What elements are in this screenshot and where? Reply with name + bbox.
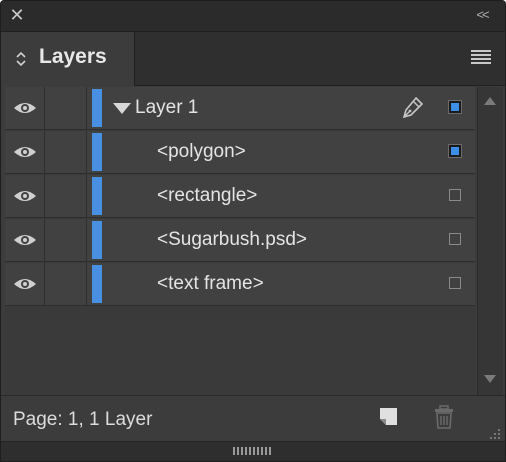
layer-color-swatch	[92, 89, 102, 127]
layer-row[interactable]: Layer 1	[5, 87, 475, 130]
layer-name: Layer 1	[135, 97, 199, 118]
status-text: Page: 1, 1 Layer	[13, 409, 153, 430]
layer-name: <polygon>	[157, 141, 246, 162]
visibility-toggle[interactable]	[5, 175, 45, 217]
layer-color-swatch	[92, 265, 102, 303]
selection-indicator[interactable]	[449, 233, 461, 245]
selection-indicator[interactable]	[448, 100, 462, 114]
new-layer-icon[interactable]	[379, 407, 399, 427]
close-icon[interactable]: ✕	[9, 6, 25, 24]
eye-icon	[14, 103, 36, 113]
lock-toggle[interactable]	[45, 175, 87, 217]
layer-color-swatch	[92, 177, 102, 215]
panel-title-bar: ✕ <<	[1, 1, 505, 32]
selection-indicator[interactable]	[449, 277, 461, 289]
layer-name: <Sugarbush.psd>	[157, 229, 308, 250]
eye-icon	[14, 279, 36, 289]
eye-icon	[14, 235, 36, 245]
layer-row[interactable]: <text frame>	[5, 263, 475, 306]
layer-color-swatch	[92, 133, 102, 171]
lock-toggle[interactable]	[45, 263, 87, 305]
hamburger-menu-icon[interactable]	[471, 50, 491, 66]
pen-icon	[402, 96, 424, 119]
eye-icon	[14, 147, 36, 157]
panel-tab-row: Layers	[1, 32, 505, 86]
selection-indicator[interactable]	[449, 189, 461, 201]
scroll-up-arrow-icon[interactable]	[484, 97, 496, 105]
visibility-toggle[interactable]	[5, 263, 45, 305]
visibility-toggle[interactable]	[5, 131, 45, 173]
double-chevron-left-icon[interactable]: <<	[473, 7, 491, 23]
eye-icon	[14, 191, 36, 201]
vertical-scrollbar[interactable]	[477, 87, 503, 395]
layer-row[interactable]: <polygon>	[5, 131, 475, 174]
visibility-toggle[interactable]	[5, 87, 45, 129]
layer-name: <rectangle>	[157, 185, 258, 206]
visibility-toggle[interactable]	[5, 219, 45, 261]
scroll-down-arrow-icon[interactable]	[484, 375, 496, 383]
tab-label: Layers	[39, 45, 107, 68]
drag-handle[interactable]	[233, 447, 271, 455]
layer-row[interactable]: <Sugarbush.psd>	[5, 219, 475, 262]
tab-layers[interactable]: Layers	[1, 32, 135, 86]
layer-row[interactable]: <rectangle>	[5, 175, 475, 218]
lock-toggle[interactable]	[45, 87, 87, 129]
resize-grip-icon[interactable]	[487, 426, 501, 440]
layer-list: Layer 1 <polygon> <rectangle> <Sugarbush…	[5, 87, 475, 395]
panel-bottom-strip	[1, 441, 505, 461]
layer-color-swatch	[92, 221, 102, 259]
selection-indicator[interactable]	[448, 144, 462, 158]
trash-icon[interactable]	[433, 405, 455, 429]
expand-triangle-icon[interactable]	[113, 103, 131, 114]
up-down-arrows-icon	[16, 51, 26, 67]
panel-footer: Page: 1, 1 Layer	[1, 395, 505, 442]
lock-toggle[interactable]	[45, 219, 87, 261]
lock-toggle[interactable]	[45, 131, 87, 173]
layers-panel: ✕ << Layers Layer 1 <polygon> <rectangle…	[0, 0, 506, 462]
layer-name: <text frame>	[157, 273, 264, 294]
